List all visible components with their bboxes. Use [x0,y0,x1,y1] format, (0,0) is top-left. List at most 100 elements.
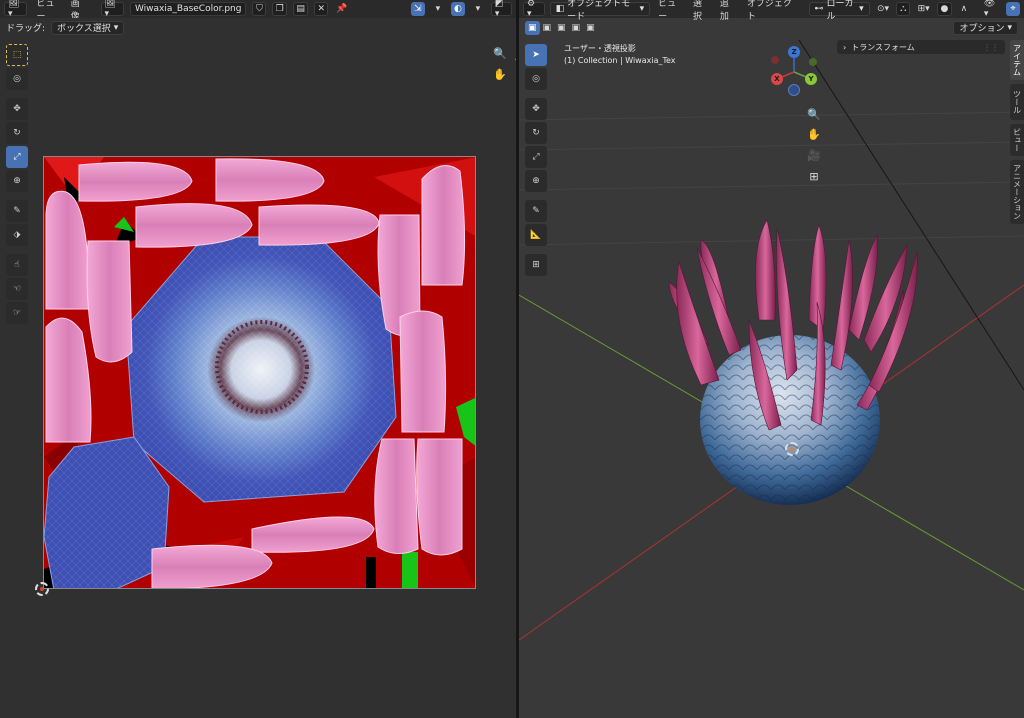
toolbar-gap [525,194,549,198]
select-mode-extend-icon[interactable]: ▣ [540,21,555,35]
transform-panel-label: トランスフォーム [851,42,915,52]
gizmo-z-axis[interactable]: Z [788,46,800,58]
tab-view[interactable]: ビュー [1010,124,1024,156]
3d-viewport[interactable]: ⚙ ▾ ◧ オブジェクトモード ▾ ビュー 選択 追加 オブジェクト ⊷ ローカ… [519,0,1024,718]
snap-options-icon[interactable]: ⊞▾ [915,2,932,16]
editor-type-button[interactable]: ⚙ ▾ [523,0,545,19]
fake-user-icon[interactable]: ⛉ [252,2,267,16]
pin-icon[interactable]: 📌 [334,2,349,16]
pivot-point-icon[interactable]: ⊙▾ [875,2,892,16]
gizmo-neg-y-axis[interactable] [771,56,779,64]
gizmo-neg-z-axis[interactable] [788,84,800,96]
cursor-tool-icon[interactable]: ◎ [6,68,28,90]
pan-hand-icon[interactable]: ✋ [806,126,822,142]
drag-mode-dropdown[interactable]: ボックス選択 ▾ [51,20,125,35]
duplicate-image-icon[interactable]: ❐ [272,2,288,16]
cursor-dot [40,587,44,591]
tab-item[interactable]: アイテム [1010,40,1024,80]
chevron-down-icon: ▾ [1007,22,1012,33]
view-name: ユーザー・透視投影 [564,44,636,53]
scale-tool-icon[interactable]: ⤢ [6,146,28,168]
chevron-down-icon[interactable]: ▾ [431,2,445,16]
cursor-dot [790,447,794,451]
image-name-field[interactable]: Wiwaxia_BaseColor.png [129,2,247,16]
pinch-tool-icon[interactable]: ☞ [6,302,28,324]
transform-panel-header[interactable]: › トランスフォーム ⋮⋮ [837,40,1005,54]
select-mode-new-icon[interactable]: ▣ [525,20,540,35]
display-channels-icon[interactable]: ◩ ▾ [490,0,512,19]
toolbar-gap [6,194,30,198]
rotate-tool-icon[interactable]: ↻ [525,122,547,144]
viewport-scene [519,39,1024,641]
select-mode-subtract-icon[interactable]: ▣ [554,21,569,35]
drag-handle-icon[interactable]: ⋮⋮ [983,43,999,52]
annotate-tool-icon[interactable]: ✎ [525,200,547,222]
move-tool-icon[interactable]: ✥ [6,98,28,120]
2d-cursor-icon[interactable] [35,582,49,596]
orientation-icon: ⊷ [814,4,824,14]
snap-icon[interactable]: ⛬ [896,2,911,16]
relax-tool-icon[interactable]: ☜ [6,278,28,300]
chevron-down-icon: ▾ [113,22,119,33]
toolbar-gap [525,248,549,252]
select-box-tool-icon[interactable]: ⬚ [6,44,28,66]
perspective-toggle-icon[interactable]: ⊞ [806,168,822,184]
uv-layout-drawing [44,157,475,588]
uv-editor: 🖼 ▾ ビュー 画像 🖼 ▾ Wiwaxia_BaseColor.png ⛉ ❐… [0,0,516,718]
transform-tool-icon[interactable]: ⊕ [6,170,28,192]
collection-info: (1) Collection | Wiwaxia_Tex [564,56,676,65]
3d-cursor-icon[interactable] [785,442,799,456]
toolbar-gap [6,248,30,252]
object-mode-icon: ◧ [555,4,565,14]
unlink-image-icon[interactable]: ✕ [314,2,329,16]
image-name-text: Wiwaxia_BaseColor.png [134,4,242,14]
transform-orientation-dropdown[interactable]: ⊷ ローカル ▾ [808,0,870,22]
tab-tool[interactable]: ツール [1010,84,1024,120]
uv-sync-selection-icon[interactable]: ⇲ [410,2,425,16]
viewport-subheader: ▣ ▣ ▣ ▣ ▣ オプション ▾ [519,18,1024,37]
visibility-icon[interactable]: 👁▾ [981,0,1001,19]
editor-type-button[interactable]: 🖼 ▾ [4,0,28,19]
uv-tool-header: ドラッグ: ボックス選択 ▾ [0,18,516,37]
scale-tool-icon[interactable]: ⤢ [525,146,547,168]
gizmo-x-axis[interactable]: X [771,73,783,85]
overlays-icon[interactable]: ◐ [450,2,465,16]
cursor-tool-icon[interactable]: ◎ [525,68,547,90]
chevron-down-icon[interactable]: ▾ [471,2,485,16]
viewport-header: ⚙ ▾ ◧ オブジェクトモード ▾ ビュー 選択 追加 オブジェクト ⊷ ローカ… [519,0,1024,22]
measure-tool-icon[interactable]: 📐 [525,224,547,246]
uv-toolbar: ⬚ ◎ ✥ ↻ ⤢ ⊕ ✎ ⬗ ☝ ☜ ☞ [6,44,30,324]
select-mode-invert-icon[interactable]: ▣ [569,21,584,35]
gizmo-toggle-icon[interactable]: ⌖ [1006,2,1020,16]
open-image-icon[interactable]: ▤ [293,2,309,16]
rotate-tool-icon[interactable]: ↻ [6,122,28,144]
options-label: オプション [959,24,1005,34]
camera-view-icon[interactable]: 🎥 [806,147,822,163]
navigation-gizmo[interactable]: Z X Y [769,44,819,96]
pan-hand-icon[interactable]: ✋ [492,66,508,82]
toolbar-gap [6,92,30,96]
proportional-editing-icon[interactable]: ● [936,2,952,16]
grab-tool-icon[interactable]: ☝ [6,254,28,276]
gizmo-y-axis[interactable]: Y [805,73,817,85]
drag-label: ドラッグ: [6,24,46,34]
add-cube-tool-icon[interactable]: ⊞ [525,254,547,276]
move-tool-icon[interactable]: ✥ [525,98,547,120]
falloff-icon[interactable]: ∧ [957,2,971,16]
uv-texture-canvas[interactable] [43,156,476,589]
rip-region-tool-icon[interactable]: ⬗ [6,224,28,246]
gizmo-neg-x-axis[interactable] [809,58,817,66]
options-dropdown[interactable]: オプション ▾ [953,20,1018,35]
image-browse-button[interactable]: 🖼 ▾ [100,0,124,19]
annotate-tool-icon[interactable]: ✎ [6,200,28,222]
select-mode-intersect-icon[interactable]: ▣ [583,21,598,35]
toolbar-gap [525,92,549,96]
transform-tool-icon[interactable]: ⊕ [525,170,547,192]
zoom-icon[interactable]: 🔍 [492,45,508,61]
select-tool-icon[interactable]: ➤ [525,44,547,66]
drag-mode-value: ボックス選択 [57,24,111,34]
mode-dropdown[interactable]: ◧ オブジェクトモード ▾ [549,0,651,22]
sidebar-toggle-icon[interactable]: ‹ [508,52,516,68]
tab-animation[interactable]: アニメーション [1010,160,1024,224]
zoom-icon[interactable]: 🔍 [806,106,822,122]
